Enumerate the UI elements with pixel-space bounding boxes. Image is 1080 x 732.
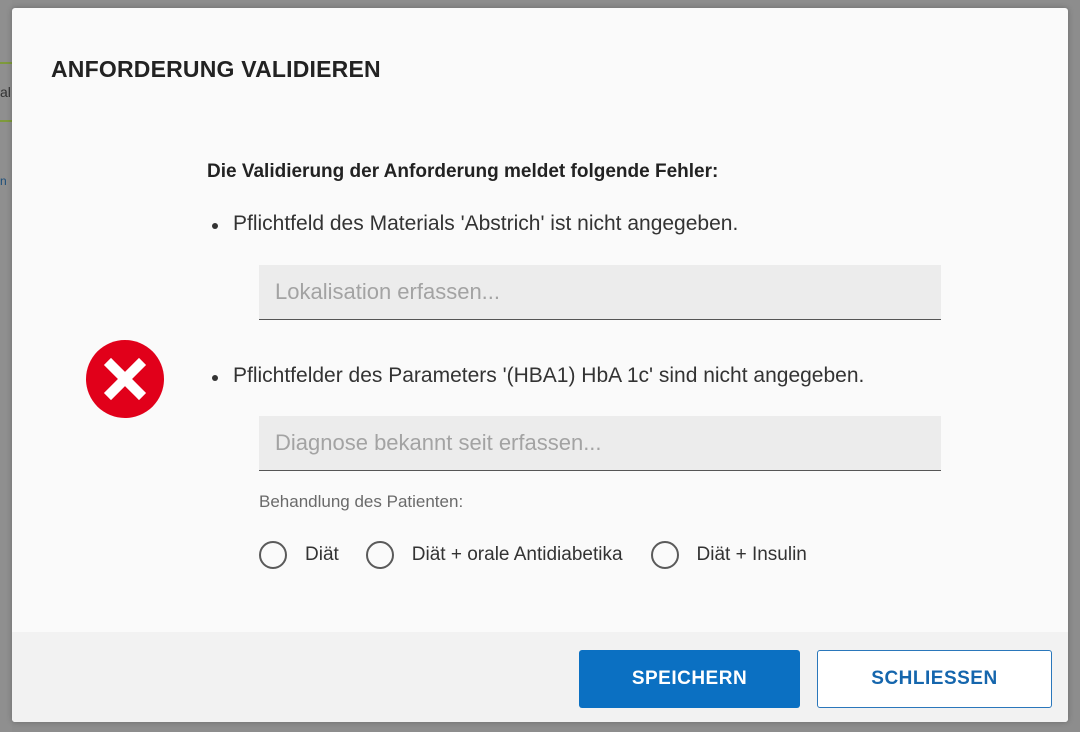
save-button[interactable]: SPEICHERN — [579, 650, 800, 708]
dialog-footer: SPEICHERN SCHLIESSEN — [12, 632, 1068, 722]
lokalisation-field[interactable] — [259, 265, 941, 320]
error-message: Pflichtfelder des Parameters '(HBA1) HbA… — [211, 364, 865, 387]
radio-circle[interactable] — [365, 541, 394, 569]
behandlung-radio-group: Diät Diät + orale Antidiabetika Diät + I… — [259, 538, 807, 572]
radio-label: Diät — [305, 544, 339, 565]
background-strip — [0, 0, 12, 732]
radio-circle[interactable] — [650, 541, 679, 569]
background-text-fragment: al — [0, 84, 11, 100]
background-divider — [0, 120, 12, 122]
radio-circle[interactable] — [259, 541, 287, 569]
dialog-title: ANFORDERUNG VALIDIEREN — [51, 56, 381, 82]
radio-label: Diät + Insulin — [696, 544, 807, 565]
diagnose-field[interactable] — [259, 416, 941, 471]
error-x-icon — [86, 340, 164, 418]
radio-diaet-orale-antidiabetika[interactable]: Diät + orale Antidiabetika — [365, 541, 623, 569]
radio-diaet[interactable]: Diät — [259, 541, 339, 569]
lokalisation-input[interactable] — [259, 265, 941, 319]
background-link-fragment: n — [0, 174, 7, 188]
radio-diaet-insulin[interactable]: Diät + Insulin — [650, 541, 807, 569]
error-heading: Die Validierung der Anforderung meldet f… — [207, 161, 719, 182]
close-button[interactable]: SCHLIESSEN — [817, 650, 1052, 708]
background-divider — [0, 62, 12, 64]
radio-label: Diät + orale Antidiabetika — [411, 544, 623, 565]
validation-dialog: ANFORDERUNG VALIDIEREN Die Validierung d… — [12, 8, 1068, 722]
behandlung-label: Behandlung des Patienten: — [259, 492, 464, 511]
diagnose-input[interactable] — [259, 416, 941, 470]
error-message: Pflichtfeld des Materials 'Abstrich' ist… — [211, 212, 739, 235]
